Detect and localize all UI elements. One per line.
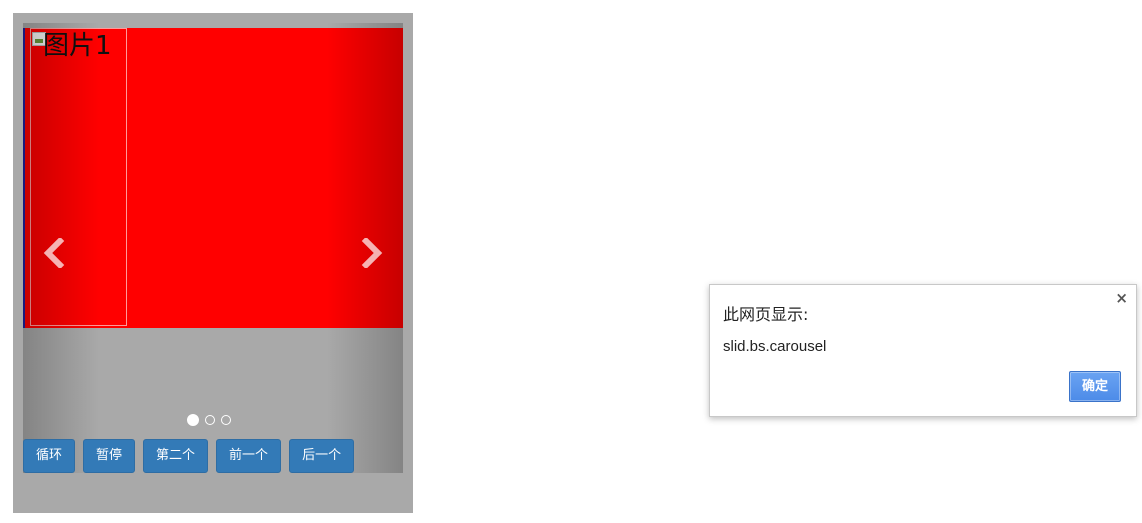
indicator-3[interactable] (221, 414, 231, 425)
indicator-1[interactable] (187, 413, 199, 426)
second-slide-button[interactable]: 第二个 (143, 439, 209, 473)
alert-dialog: 此网页显示: × slid.bs.carousel 确定 (709, 284, 1137, 417)
carousel-next-control[interactable] (351, 233, 391, 273)
next-slide-button[interactable]: 后一个 (289, 439, 355, 473)
carousel-prev-control[interactable] (35, 233, 75, 273)
close-icon[interactable]: × (1115, 289, 1128, 307)
carousel-slide: 图片1 (23, 28, 403, 328)
carousel-indicators (187, 411, 237, 426)
carousel: 图片1 (23, 23, 403, 473)
carousel-container: 图片1 循环暂停第二个前一个后一个 (13, 13, 413, 513)
slide-right-shade (327, 28, 403, 328)
indicator-2[interactable] (205, 414, 215, 425)
slide-left-shade (23, 28, 99, 328)
ok-button[interactable]: 确定 (1069, 371, 1121, 402)
prev-slide-button[interactable]: 前一个 (216, 439, 282, 473)
pause-button[interactable]: 暂停 (83, 439, 136, 473)
dialog-title: 此网页显示: (723, 305, 809, 324)
cycle-button[interactable]: 循环 (23, 439, 76, 473)
dialog-message: slid.bs.carousel (723, 338, 827, 355)
carousel-button-row: 循环 暂停 第二个 前一个 后一个 (23, 439, 362, 473)
chevron-left-icon (43, 236, 65, 270)
page: 图片1 循环暂停第二个前一个后一个 此网页显 (0, 0, 1142, 523)
chevron-right-icon (361, 236, 383, 270)
